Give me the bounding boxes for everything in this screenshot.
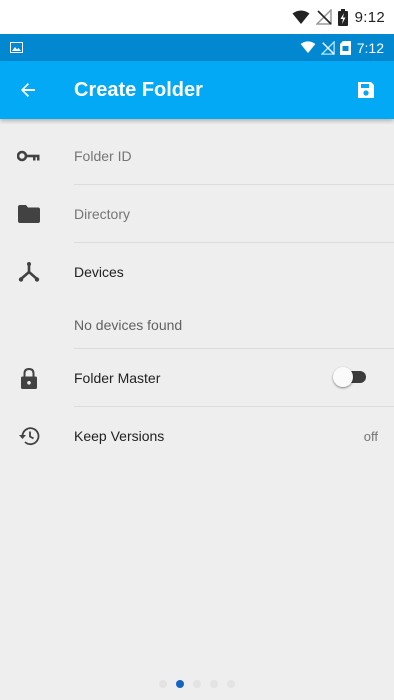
devices-empty-row: No devices found — [0, 300, 394, 348]
keep-versions-row[interactable]: Keep Versions off — [0, 407, 394, 465]
lock-icon — [17, 366, 41, 390]
save-button[interactable] — [348, 72, 384, 108]
folder-icon — [17, 202, 41, 226]
toggle-thumb — [333, 367, 353, 387]
wifi-icon — [300, 41, 316, 54]
screen: 9:12 7:12 Create Folder Folder ID Direct… — [0, 0, 394, 700]
no-signal-icon — [320, 40, 335, 55]
key-icon — [17, 144, 41, 168]
app-status-bar: 7:12 — [0, 34, 394, 61]
sd-card-icon — [339, 40, 351, 55]
save-icon — [356, 80, 376, 100]
arrow-back-icon — [18, 80, 38, 100]
create-folder-form: Folder ID Directory Devices No devices f… — [0, 119, 394, 700]
battery-charging-icon — [337, 8, 348, 26]
folder-master-row[interactable]: Folder Master — [0, 349, 394, 406]
page-dot[interactable] — [159, 680, 167, 688]
keep-versions-label: Keep Versions — [74, 428, 165, 444]
no-signal-icon — [315, 9, 332, 25]
devices-empty-text: No devices found — [74, 317, 183, 333]
page-indicator — [0, 678, 394, 690]
keep-versions-value: off — [363, 429, 378, 444]
back-button[interactable] — [0, 61, 56, 119]
history-icon — [17, 424, 41, 448]
image-notification-icon — [10, 40, 23, 56]
page-dot[interactable] — [210, 680, 218, 688]
folder-master-toggle[interactable] — [333, 367, 367, 387]
folder-master-label: Folder Master — [74, 370, 161, 386]
toolbar: Create Folder — [0, 61, 394, 119]
page-dot[interactable] — [227, 680, 235, 688]
directory-row[interactable]: Directory — [0, 185, 394, 242]
device-clock: 9:12 — [354, 8, 385, 26]
page-dot-active[interactable] — [176, 680, 184, 688]
folder-id-row[interactable]: Folder ID — [0, 119, 394, 184]
app-clock: 7:12 — [356, 39, 384, 56]
devices-label: Devices — [74, 264, 124, 280]
directory-input[interactable]: Directory — [74, 206, 130, 222]
page-title: Create Folder — [74, 79, 203, 101]
folder-id-input[interactable]: Folder ID — [74, 148, 132, 164]
page-dot[interactable] — [193, 680, 201, 688]
devices-header-row: Devices — [0, 243, 394, 300]
wifi-icon — [292, 10, 310, 25]
devices-share-icon — [17, 260, 41, 284]
device-status-bar: 9:12 — [0, 0, 394, 34]
